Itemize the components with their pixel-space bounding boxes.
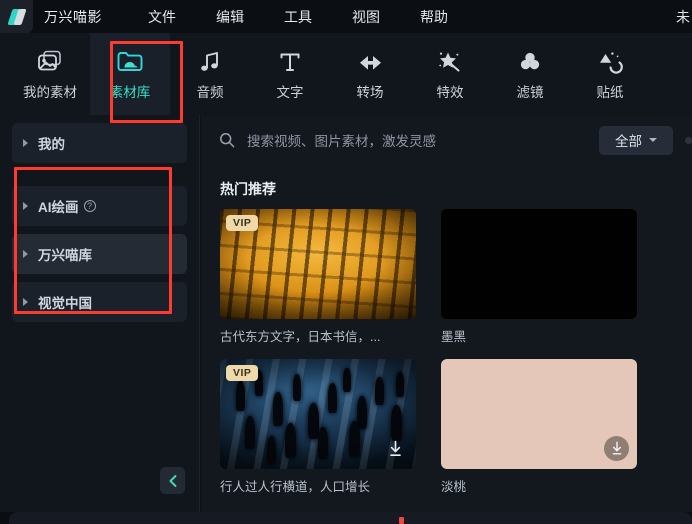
- media-thumbnail[interactable]: [441, 209, 637, 319]
- menu-item-help[interactable]: 帮助: [410, 4, 458, 30]
- media-caption: 墨黑: [441, 330, 467, 344]
- toolbar-item-audio[interactable]: 音频: [170, 33, 250, 115]
- sidebar-item-label: AI绘画: [38, 200, 79, 215]
- main-toolbar: 我的素材 素材库 音频 文字 转场 特效 滤镜 贴纸: [0, 33, 692, 115]
- toolbar-item-my-media[interactable]: 我的素材: [10, 33, 90, 115]
- toolbar-label: 文字: [276, 84, 304, 100]
- chevron-down-icon: [649, 138, 657, 142]
- menu-item-tools[interactable]: 工具: [274, 4, 322, 30]
- media-thumbnail[interactable]: VIP: [220, 209, 416, 319]
- image-media-icon: [37, 48, 63, 74]
- timeline-playhead[interactable]: [399, 517, 404, 524]
- magic-wand-star-icon: [437, 48, 463, 74]
- media-thumbnail[interactable]: VIP: [220, 359, 416, 469]
- title-menu-bar: 万兴喵影 文件 编辑 工具 视图 帮助 未: [0, 0, 692, 33]
- toolbar-label: 滤镜: [516, 84, 544, 100]
- menu-item-file[interactable]: 文件: [138, 4, 186, 30]
- toolbar-item-stickers[interactable]: 贴纸: [570, 33, 650, 115]
- toolbar-item-material-library[interactable]: 素材库: [90, 33, 170, 115]
- caret-right-icon: [12, 298, 38, 306]
- content-panel: 搜索视频、图片素材，激发灵感 全部 热门推荐 VIP 古代东方文字，日本书信，.…: [201, 115, 692, 512]
- media-grid: VIP 古代东方文字，日本书信，... 墨黑 VIP 行人过人行横道，人口增长 …: [220, 209, 692, 495]
- toolbar-item-effects[interactable]: 特效: [410, 33, 490, 115]
- thumbnail-art-black: [441, 209, 637, 319]
- panel-edge-handle[interactable]: [685, 136, 692, 144]
- media-thumbnail[interactable]: [441, 359, 637, 469]
- toolbar-item-text[interactable]: 文字: [250, 33, 330, 115]
- app-logo: [0, 0, 33, 33]
- question-mark-icon[interactable]: ?: [83, 200, 96, 212]
- document-name: 未: [676, 8, 690, 25]
- filter-circles-icon: [518, 48, 542, 74]
- toolbar-item-filters[interactable]: 滤镜: [490, 33, 570, 115]
- search-icon: [219, 132, 241, 148]
- transition-arrows-icon: [357, 48, 383, 74]
- music-note-icon: [198, 48, 222, 74]
- sidebar-item-label: 我的: [38, 137, 65, 152]
- media-caption: 淡桃: [441, 480, 467, 494]
- search-placeholder: 搜索视频、图片素材，激发灵感: [247, 134, 436, 149]
- sidebar-item-ai-drawing[interactable]: AI绘画 ?: [12, 186, 187, 226]
- media-card[interactable]: VIP 行人过人行横道，人口增长: [220, 359, 416, 495]
- sidebar-item-label: 视觉中国: [38, 296, 92, 311]
- toolbar-label: 音频: [196, 84, 224, 100]
- menu-item-edit[interactable]: 编辑: [206, 4, 254, 30]
- search-input[interactable]: 搜索视频、图片素材，激发灵感: [219, 130, 599, 150]
- toolbar-label: 我的素材: [23, 84, 77, 100]
- vip-badge: VIP: [226, 365, 259, 381]
- section-title: 热门推荐: [220, 181, 276, 197]
- download-icon[interactable]: [383, 436, 408, 461]
- app-brand-name: 万兴喵影: [44, 8, 102, 25]
- media-caption: 古代东方文字，日本书信，...: [220, 330, 381, 344]
- app-window: 万兴喵影 文件 编辑 工具 视图 帮助 未 我的素材 素材库 音频 文字 转场 …: [0, 0, 692, 524]
- sidebar-item-visual-china[interactable]: 视觉中国: [12, 282, 187, 322]
- chevron-left-icon: [169, 474, 176, 487]
- toolbar-label: 素材库: [109, 84, 151, 100]
- menu-bar: 文件 编辑 工具 视图 帮助: [138, 4, 478, 30]
- menu-item-view[interactable]: 视图: [342, 4, 390, 30]
- sticker-shapes-icon: [597, 48, 623, 74]
- media-card[interactable]: VIP 古代东方文字，日本书信，...: [220, 209, 416, 345]
- search-row: 搜索视频、图片素材，激发灵感 全部: [201, 115, 692, 165]
- sidebar-item-label: 万兴喵库: [38, 248, 92, 263]
- download-icon[interactable]: [604, 436, 629, 461]
- titlebar-right: 未: [676, 0, 692, 33]
- toolbar-label: 转场: [356, 84, 384, 100]
- sidebar-item-mine[interactable]: 我的: [12, 123, 187, 163]
- media-card[interactable]: 淡桃: [441, 359, 637, 495]
- caret-right-icon: [12, 202, 38, 210]
- toolbar-label: 贴纸: [596, 84, 624, 100]
- sidebar-item-wondershare-library[interactable]: 万兴喵库: [12, 234, 187, 274]
- text-t-icon: [278, 48, 302, 74]
- vip-badge: VIP: [226, 215, 259, 231]
- folder-cloud-icon: [116, 48, 144, 74]
- media-card[interactable]: 墨黑: [441, 209, 637, 345]
- sidebar-collapse-button[interactable]: [160, 467, 185, 494]
- timeline-panel: [9, 512, 692, 524]
- toolbar-item-transition[interactable]: 转场: [330, 33, 410, 115]
- caret-right-icon: [12, 139, 38, 147]
- filter-dropdown[interactable]: 全部: [599, 125, 673, 155]
- caret-right-icon: [12, 250, 38, 258]
- toolbar-label: 特效: [436, 84, 464, 100]
- left-sidebar: 我的 AI绘画 ? 万兴喵库 视觉中国: [0, 115, 200, 512]
- media-caption: 行人过人行横道，人口增长: [220, 480, 371, 494]
- body-row: 我的 AI绘画 ? 万兴喵库 视觉中国 搜索视频、图片素材，激发灵感 全部 热门…: [0, 115, 692, 512]
- filter-label: 全部: [615, 134, 642, 149]
- wondershare-logo-icon: [8, 8, 26, 26]
